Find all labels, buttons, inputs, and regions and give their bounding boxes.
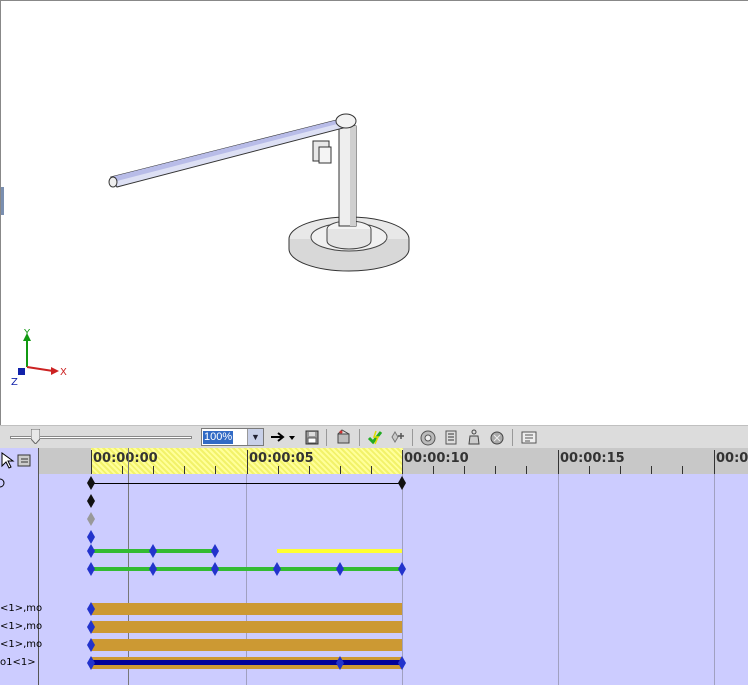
graphics-viewport[interactable]: Y X Z bbox=[0, 0, 748, 425]
keyframe bbox=[87, 602, 95, 616]
keyframe bbox=[211, 562, 219, 576]
triad-x-label: X bbox=[60, 367, 67, 378]
keyframe bbox=[87, 638, 95, 652]
keyframes-layer bbox=[87, 476, 406, 670]
toolbar-separator bbox=[326, 429, 327, 446]
keyframe bbox=[398, 656, 406, 670]
triad-y-label: Y bbox=[23, 328, 31, 339]
arrow-right-icon[interactable] bbox=[269, 429, 287, 446]
time-slider-thumb[interactable] bbox=[31, 429, 40, 444]
keyframe bbox=[398, 562, 406, 576]
animation-wizard-icon[interactable] bbox=[334, 429, 352, 446]
keyframe bbox=[87, 530, 95, 544]
weight-icon[interactable] bbox=[465, 429, 483, 446]
dropdown-icon[interactable] bbox=[287, 429, 297, 446]
animation-timeline[interactable]: 00:00:00 00:00:05 00:00:10 00:00:15 00:0… bbox=[0, 448, 748, 685]
keyframe bbox=[273, 562, 281, 576]
triad-z-label: Z bbox=[11, 377, 18, 388]
keyframe bbox=[336, 656, 344, 670]
calculate-icon[interactable] bbox=[366, 429, 384, 446]
keyframe bbox=[87, 512, 95, 526]
keyframe bbox=[149, 544, 157, 558]
keyframe bbox=[87, 544, 95, 558]
add-key-icon[interactable] bbox=[389, 429, 407, 446]
keyframe bbox=[87, 494, 95, 508]
properties-icon[interactable] bbox=[520, 429, 538, 446]
toolbar-separator bbox=[412, 429, 413, 446]
keyframe bbox=[87, 562, 95, 576]
keyframe bbox=[87, 476, 95, 490]
animation-toolbar: 100% ▼ bbox=[0, 425, 748, 449]
keyframe bbox=[87, 620, 95, 634]
robot-arm-model[interactable] bbox=[1, 1, 748, 426]
rotate-icon[interactable] bbox=[488, 429, 506, 446]
chevron-down-icon[interactable]: ▼ bbox=[247, 429, 263, 445]
zoom-value: 100% bbox=[203, 431, 234, 444]
keyframe bbox=[398, 476, 406, 490]
coordinate-triad: Y X Z bbox=[11, 328, 67, 388]
keyframe bbox=[87, 656, 95, 670]
keyframe bbox=[149, 562, 157, 576]
toolbar-separator bbox=[359, 429, 360, 446]
list-icon[interactable] bbox=[442, 429, 460, 446]
keyframe bbox=[336, 562, 344, 576]
keyframe bbox=[211, 544, 219, 558]
playback-icon[interactable] bbox=[419, 429, 437, 446]
zoom-select[interactable]: 100% ▼ bbox=[201, 428, 264, 446]
toolbar-separator bbox=[512, 429, 513, 446]
save-animation-icon[interactable] bbox=[303, 429, 321, 446]
